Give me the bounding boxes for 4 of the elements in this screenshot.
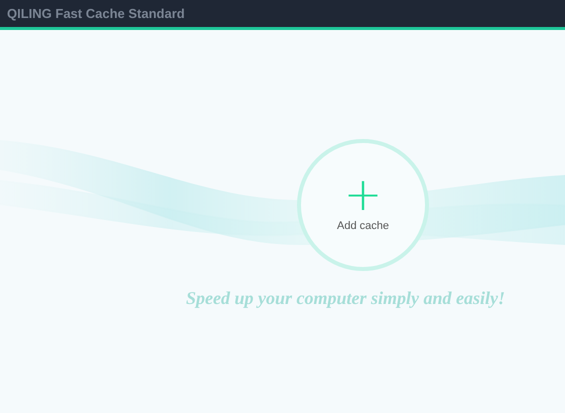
slogan: Speed up your computer simply and easily!: [186, 287, 505, 310]
plus-icon: +: [344, 176, 382, 212]
add-cache-button[interactable]: + Add cache: [297, 139, 429, 271]
window-title: QILING Fast Cache Standard: [7, 7, 185, 20]
